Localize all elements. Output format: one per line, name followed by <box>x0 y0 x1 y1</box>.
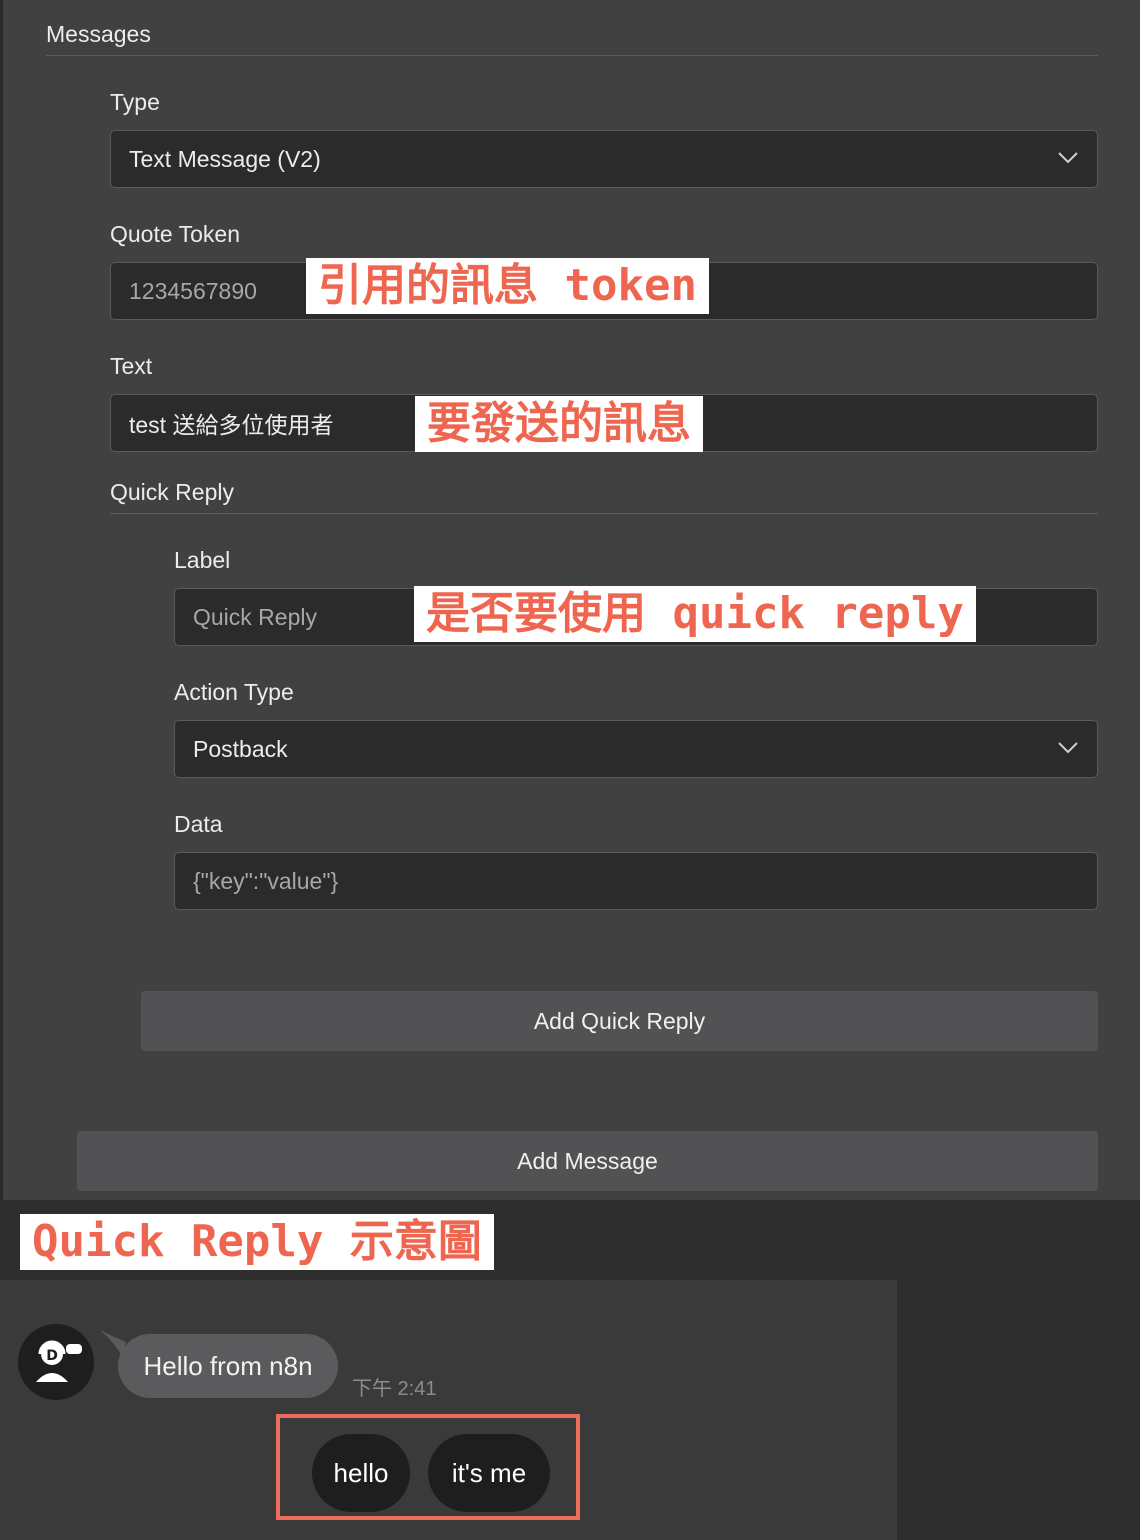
section-title: Messages <box>46 21 151 47</box>
chevron-down-icon <box>1058 742 1078 754</box>
quote-token-label: Quote Token <box>110 221 241 247</box>
quick-reply-title: Quick Reply <box>110 479 234 505</box>
preview-annotation: Quick Reply 示意圖 <box>20 1214 494 1270</box>
qr-label-placeholder: Quick Reply <box>193 603 317 630</box>
chevron-down-icon <box>1058 152 1078 164</box>
bot-avatar-icon: D <box>18 1324 94 1400</box>
quick-reply-button-its-me[interactable]: it's me <box>428 1434 550 1512</box>
data-input[interactable]: {"key":"value"} <box>174 852 1098 910</box>
quick-reply-button-hello[interactable]: hello <box>312 1434 410 1512</box>
quick-reply-highlight: hello it's me <box>276 1414 580 1520</box>
quick-reply-annotation: 是否要使用 quick reply <box>414 586 976 642</box>
type-select[interactable]: Text Message (V2) <box>110 130 1098 188</box>
data-placeholder: {"key":"value"} <box>193 867 339 894</box>
type-label: Type <box>110 89 160 115</box>
text-label: Text <box>110 353 153 379</box>
section-divider <box>46 55 1098 56</box>
message-time: 下午 2:41 <box>352 1378 437 1400</box>
chat-message-bubble: Hello from n8n <box>118 1334 338 1398</box>
qr-label-label: Label <box>174 547 231 573</box>
add-quick-reply-button[interactable]: Add Quick Reply <box>141 991 1098 1051</box>
data-label: Data <box>174 811 223 837</box>
action-type-select[interactable]: Postback <box>174 720 1098 778</box>
quote-token-placeholder: 1234567890 <box>129 277 257 304</box>
svg-text:D: D <box>46 1348 58 1364</box>
action-type-label: Action Type <box>174 679 294 705</box>
type-select-value: Text Message (V2) <box>129 145 321 172</box>
text-annotation: 要發送的訊息 <box>415 396 703 452</box>
quote-token-annotation: 引用的訊息 token <box>306 258 709 314</box>
quick-reply-divider <box>110 513 1098 514</box>
add-message-button[interactable]: Add Message <box>77 1131 1098 1191</box>
chat-preview: D Hello from n8n 下午 2:41 hello it's me <box>0 1280 897 1540</box>
action-type-value: Postback <box>193 735 288 762</box>
text-input-value: test 送給多位使用者 <box>129 412 334 438</box>
